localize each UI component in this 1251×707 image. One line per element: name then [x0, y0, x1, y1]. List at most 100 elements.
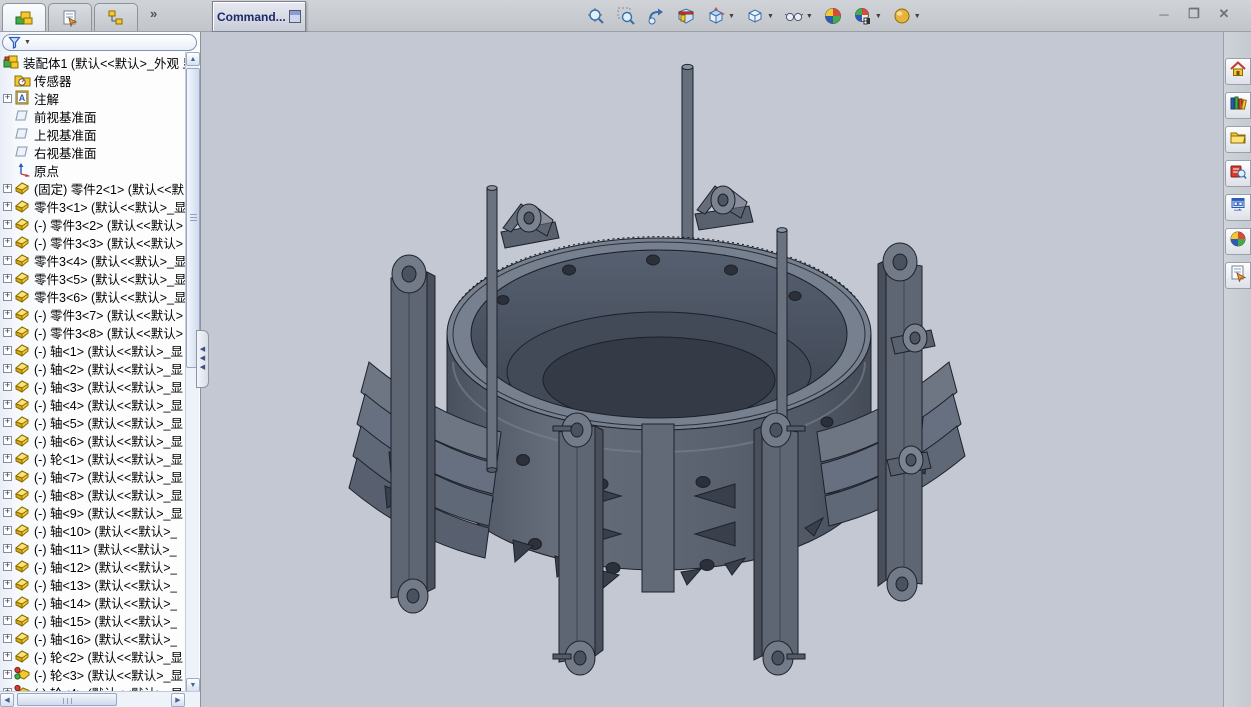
tree-item[interactable]: + 原点 — [0, 161, 186, 179]
scroll-right-arrow[interactable]: ▶ — [171, 693, 185, 707]
propertymanager-tab[interactable] — [48, 3, 92, 31]
expand-toggle[interactable]: + — [3, 417, 12, 427]
tree-item[interactable]: + (-) 零件3<2> (默认<<默认> — [0, 215, 186, 233]
expand-toggle[interactable]: + — [3, 489, 12, 499]
zoom-to-area-button[interactable] — [614, 4, 638, 28]
tree-item[interactable]: + (-) 轴<5> (默认<<默认>_显 — [0, 413, 186, 431]
tree-item[interactable]: + 前视基准面 — [0, 107, 186, 125]
expand-toggle[interactable]: + — [3, 345, 12, 355]
tree-item[interactable]: + (-) 轴<2> (默认<<默认>_显 — [0, 359, 186, 377]
taskpane-tab-file-explorer[interactable] — [1225, 126, 1251, 153]
tree-item[interactable]: + (-) 轴<9> (默认<<默认>_显 — [0, 503, 186, 521]
view-settings-button[interactable]: ▼ — [890, 4, 923, 28]
tree-item[interactable]: + 传感器 — [0, 71, 186, 89]
tree-item[interactable]: + (-) 轴<13> (默认<<默认>_ — [0, 575, 186, 593]
tree-item[interactable]: + 零件3<1> (默认<<默认>_显 — [0, 197, 186, 215]
tree-item[interactable]: + 零件3<4> (默认<<默认>_显 — [0, 251, 186, 269]
tree-item[interactable]: + (-) 轴<11> (默认<<默认>_ — [0, 539, 186, 557]
tree-item[interactable]: + (-) 轮<1> (默认<<默认>_显 — [0, 449, 186, 467]
expand-toggle[interactable]: + — [3, 237, 12, 247]
taskpane-tab-view-palette[interactable] — [1225, 194, 1251, 221]
panel-collapse-handle[interactable]: ◀ ◀ ◀ — [196, 330, 209, 388]
view-orientation-button[interactable]: ▼ — [704, 4, 737, 28]
previous-view-button[interactable] — [644, 4, 668, 28]
graphics-viewport[interactable] — [201, 32, 1223, 707]
tree-item[interactable]: + A 注解 — [0, 89, 186, 107]
expand-toggle[interactable]: + — [3, 309, 12, 319]
scroll-up-arrow[interactable]: ▲ — [186, 52, 200, 66]
expand-toggle[interactable]: + — [3, 507, 12, 517]
tree-item[interactable]: + 零件3<5> (默认<<默认>_显 — [0, 269, 186, 287]
tree-item[interactable]: + (-) 轴<6> (默认<<默认>_显 — [0, 431, 186, 449]
tree-item[interactable]: + (-) 轴<16> (默认<<默认>_ — [0, 629, 186, 647]
taskpane-tab-search[interactable] — [1225, 160, 1251, 187]
tree-item[interactable]: + (-) 轴<8> (默认<<默认>_显 — [0, 485, 186, 503]
tree-item[interactable]: + (-) 轴<1> (默认<<默认>_显 — [0, 341, 186, 359]
expand-toggle[interactable]: + — [3, 201, 12, 211]
expand-toggle[interactable]: + — [3, 183, 12, 193]
tree-item[interactable]: + (-) 轴<7> (默认<<默认>_显 — [0, 467, 186, 485]
vertical-scroll-thumb[interactable] — [186, 68, 200, 368]
edit-appearance-button[interactable] — [821, 4, 845, 28]
tree-item[interactable]: + 装配体1 (默认<<默认>_外观 显 — [0, 53, 186, 71]
expand-toggle[interactable]: + — [3, 525, 12, 535]
zoom-to-fit-button[interactable] — [584, 4, 608, 28]
expand-toggle[interactable]: + — [3, 615, 12, 625]
tree-item[interactable]: + (-) 轴<4> (默认<<默认>_显 — [0, 395, 186, 413]
tree-item[interactable]: + 右视基准面 — [0, 143, 186, 161]
tree-item[interactable]: + (-) 轴<14> (默认<<默认>_ — [0, 593, 186, 611]
tabs-overflow-chevron[interactable]: » — [150, 6, 157, 21]
tree-item[interactable]: + 零件3<6> (默认<<默认>_显 — [0, 287, 186, 305]
hide-show-items-dropdown-caret[interactable]: ▼ — [806, 13, 813, 20]
expand-toggle[interactable]: + — [3, 273, 12, 283]
close-window-button[interactable]: ✕ — [1215, 5, 1233, 23]
taskpane-tab-design-library[interactable] — [1225, 92, 1251, 119]
view-settings-dropdown-caret[interactable]: ▼ — [914, 13, 921, 20]
restore-window-button[interactable]: ❐ — [1185, 5, 1203, 23]
apply-scene-button[interactable]: ▼ — [851, 4, 884, 28]
filter-dropdown-caret[interactable]: ▼ — [24, 39, 31, 46]
display-style-button[interactable]: ▼ — [743, 4, 776, 28]
expand-toggle[interactable]: + — [3, 219, 12, 229]
tree-item[interactable]: + (-) 零件3<7> (默认<<默认> — [0, 305, 186, 323]
scroll-down-arrow[interactable]: ▼ — [186, 678, 200, 692]
hide-show-items-button[interactable]: ▼ — [782, 4, 815, 28]
expand-toggle[interactable]: + — [3, 291, 12, 301]
taskpane-tab-appearances-scenes[interactable] — [1225, 228, 1251, 255]
expand-toggle[interactable]: + — [3, 453, 12, 463]
expand-toggle[interactable]: + — [3, 669, 12, 679]
expand-toggle[interactable]: + — [3, 543, 12, 553]
command-toolbar[interactable]: Command... — [212, 1, 306, 32]
tree-horizontal-scrollbar[interactable]: ◀ ▶ — [0, 691, 200, 707]
taskpane-tab-custom-properties[interactable] — [1225, 262, 1251, 289]
tree-item[interactable]: + (-) 轴<3> (默认<<默认>_显 — [0, 377, 186, 395]
expand-toggle[interactable]: + — [3, 381, 12, 391]
expand-toggle[interactable]: + — [3, 561, 12, 571]
tree-item[interactable]: + (-) 轴<10> (默认<<默认>_ — [0, 521, 186, 539]
tree-item[interactable]: + (-) 轴<15> (默认<<默认>_ — [0, 611, 186, 629]
expand-toggle[interactable]: + — [3, 255, 12, 265]
expand-toggle[interactable]: + — [3, 435, 12, 445]
display-style-dropdown-caret[interactable]: ▼ — [767, 13, 774, 20]
expand-toggle[interactable]: + — [3, 597, 12, 607]
tree-item[interactable]: + (-) 零件3<3> (默认<<默认> — [0, 233, 186, 251]
taskpane-tab-solidworks-resources[interactable] — [1225, 58, 1251, 85]
expand-toggle[interactable]: + — [3, 579, 12, 589]
scroll-left-arrow[interactable]: ◀ — [0, 693, 14, 707]
expand-toggle[interactable]: + — [3, 471, 12, 481]
featuremanager-tree-tab[interactable] — [2, 3, 46, 31]
expand-toggle[interactable]: + — [3, 363, 12, 373]
tree-item[interactable]: + (-) 轮<2> (默认<<默认>_显 — [0, 647, 186, 665]
configurationmanager-tab[interactable] — [94, 3, 138, 31]
expand-toggle[interactable]: + — [3, 633, 12, 643]
section-view-button[interactable] — [674, 4, 698, 28]
view-orientation-dropdown-caret[interactable]: ▼ — [728, 13, 735, 20]
expand-toggle[interactable]: + — [3, 93, 12, 103]
minimize-window-button[interactable]: ─ — [1155, 5, 1173, 23]
tree-item[interactable]: + (-) 零件3<8> (默认<<默认> — [0, 323, 186, 341]
tree-item[interactable]: + 上视基准面 — [0, 125, 186, 143]
expand-toggle[interactable]: + — [3, 327, 12, 337]
expand-toggle[interactable]: + — [3, 651, 12, 661]
tree-item[interactable]: + (-) 轮<3> (默认<<默认>_显 — [0, 665, 186, 683]
tree-item[interactable]: + (-) 轴<12> (默认<<默认>_ — [0, 557, 186, 575]
